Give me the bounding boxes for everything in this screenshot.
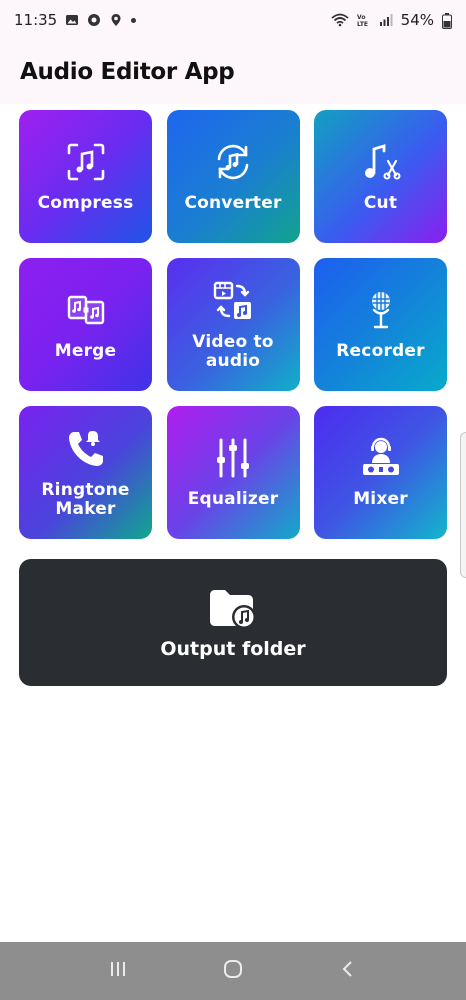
music-cut-icon bbox=[359, 140, 403, 184]
wifi-icon bbox=[331, 13, 349, 27]
svg-text:Vo: Vo bbox=[357, 14, 365, 21]
convert-music-icon bbox=[211, 140, 255, 184]
ringtone-maker-tile[interactable]: Ringtone Maker bbox=[19, 406, 152, 539]
microphone-icon bbox=[359, 288, 403, 332]
compress-label: Compress bbox=[37, 193, 134, 213]
output-folder-button[interactable]: Output folder bbox=[19, 559, 447, 686]
status-left: 11:35 bbox=[14, 11, 137, 29]
status-time: 11:35 bbox=[14, 11, 58, 29]
settings-icon bbox=[87, 13, 101, 27]
cut-label: Cut bbox=[363, 193, 398, 213]
signal-icon bbox=[379, 13, 393, 27]
cut-tile[interactable]: Cut bbox=[314, 110, 447, 243]
compress-music-icon bbox=[64, 140, 108, 184]
equalizer-icon bbox=[211, 436, 255, 480]
home-icon bbox=[222, 958, 244, 984]
feature-grid: Compress Converter Cut Merge Video to au… bbox=[19, 110, 447, 539]
video-to-audio-icon bbox=[211, 279, 255, 323]
recorder-tile[interactable]: Recorder bbox=[314, 258, 447, 391]
system-nav-bar bbox=[0, 942, 466, 1000]
recorder-label: Recorder bbox=[336, 341, 425, 361]
merge-tile[interactable]: Merge bbox=[19, 258, 152, 391]
music-folder-icon bbox=[208, 586, 258, 632]
merge-music-icon bbox=[64, 288, 108, 332]
recent-apps-button[interactable] bbox=[98, 951, 138, 991]
ringtone-maker-label: Ringtone Maker bbox=[41, 479, 130, 519]
location-icon bbox=[109, 13, 123, 27]
phone-bell-icon bbox=[64, 427, 108, 471]
back-button[interactable] bbox=[328, 951, 368, 991]
gallery-icon bbox=[65, 13, 79, 27]
equalizer-label: Equalizer bbox=[187, 489, 279, 509]
dj-mixer-icon bbox=[359, 436, 403, 480]
status-right: Vo LTE 54% bbox=[331, 11, 452, 29]
edge-panel-handle[interactable] bbox=[460, 432, 466, 578]
battery-icon bbox=[442, 13, 452, 29]
merge-label: Merge bbox=[54, 341, 117, 361]
compress-tile[interactable]: Compress bbox=[19, 110, 152, 243]
back-icon bbox=[338, 959, 358, 983]
video-to-audio-tile[interactable]: Video to audio bbox=[166, 258, 300, 391]
battery-percent: 54% bbox=[400, 11, 434, 29]
svg-text:LTE: LTE bbox=[357, 21, 368, 27]
video-to-audio-label: Video to audio bbox=[192, 331, 274, 371]
status-bar: 11:35 Vo LTE 54% bbox=[0, 0, 466, 40]
mixer-label: Mixer bbox=[353, 489, 408, 509]
converter-tile[interactable]: Converter bbox=[166, 110, 300, 243]
page-title: Audio Editor App bbox=[20, 59, 235, 85]
equalizer-tile[interactable]: Equalizer bbox=[166, 406, 300, 539]
recent-apps-icon bbox=[108, 959, 128, 983]
output-folder-label: Output folder bbox=[160, 637, 306, 660]
app-bar: Audio Editor App bbox=[0, 40, 466, 104]
mixer-tile[interactable]: Mixer bbox=[314, 406, 447, 539]
volte-icon: Vo LTE bbox=[357, 13, 371, 28]
home-button[interactable] bbox=[213, 951, 253, 991]
dot-icon bbox=[131, 17, 137, 23]
converter-label: Converter bbox=[184, 193, 282, 213]
